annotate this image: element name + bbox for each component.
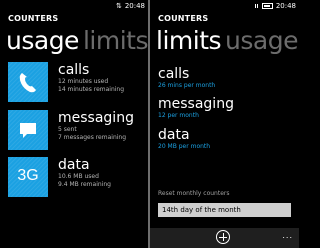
status-bar: 20:48 — [254, 2, 296, 10]
usage-item-messaging[interactable]: messaging 5 sent 7 messages remaining — [8, 110, 134, 150]
signal-icon — [254, 2, 259, 10]
item-title: data — [58, 157, 90, 173]
limit-title: data — [158, 127, 190, 143]
limit-item-messaging[interactable]: messaging 12 per month — [158, 96, 234, 120]
more-icon[interactable]: ... — [282, 231, 293, 240]
limit-title: messaging — [158, 96, 234, 112]
usage-item-data[interactable]: 3G data 10.6 MB used 9.4 MB remaining — [8, 157, 111, 197]
charging-icon: ⇅ — [115, 1, 122, 10]
limit-value: 26 mins per month — [158, 82, 216, 89]
add-icon[interactable] — [216, 230, 230, 244]
pivot-usage[interactable]: usage — [6, 26, 79, 55]
item-remaining: 7 messages remaining — [58, 134, 127, 141]
pivot-header: usage limits — [6, 28, 148, 53]
item-remaining: 14 minutes remaining — [58, 86, 125, 93]
pivot-usage[interactable]: usage — [225, 26, 298, 55]
item-used: 10.6 MB used — [58, 173, 99, 180]
usage-screen: ⇅ 20:48 COUNTERS usage limits calls 12 mi… — [0, 0, 148, 248]
pivot-header: limits usage — [156, 28, 298, 53]
message-icon — [8, 110, 48, 150]
limit-value: 12 per month — [158, 112, 199, 119]
item-used: 12 minutes used — [58, 78, 109, 85]
limit-value: 20 MB per month — [158, 143, 211, 150]
item-remaining: 9.4 MB remaining — [58, 181, 111, 188]
limit-item-calls[interactable]: calls 26 mins per month — [158, 66, 215, 90]
status-time: 20:48 — [124, 2, 145, 10]
item-title: calls — [58, 62, 90, 78]
reset-label: Reset monthly counters — [158, 190, 230, 197]
3g-icon-text: 3G — [17, 167, 39, 184]
app-title: COUNTERS — [8, 14, 59, 23]
limits-screen: 20:48 COUNTERS limits usage calls 26 mins… — [150, 0, 299, 248]
item-used: 5 sent — [58, 126, 77, 133]
pivot-limits[interactable]: limits — [156, 26, 222, 55]
phone-icon — [8, 62, 48, 102]
battery-icon — [261, 3, 273, 9]
limit-item-data[interactable]: data 20 MB per month — [158, 127, 210, 151]
3g-icon: 3G — [8, 157, 48, 197]
app-title: COUNTERS — [158, 14, 209, 23]
usage-item-calls[interactable]: calls 12 minutes used 14 minutes remaini… — [8, 62, 124, 102]
status-bar: ⇅ 20:48 — [116, 2, 145, 10]
reset-day-picker[interactable]: 14th day of the month — [158, 203, 291, 217]
app-bar: ... — [150, 228, 299, 248]
limit-title: calls — [158, 66, 190, 82]
pivot-limits[interactable]: limits — [83, 26, 148, 55]
status-time: 20:48 — [275, 2, 296, 10]
item-title: messaging — [58, 110, 134, 126]
